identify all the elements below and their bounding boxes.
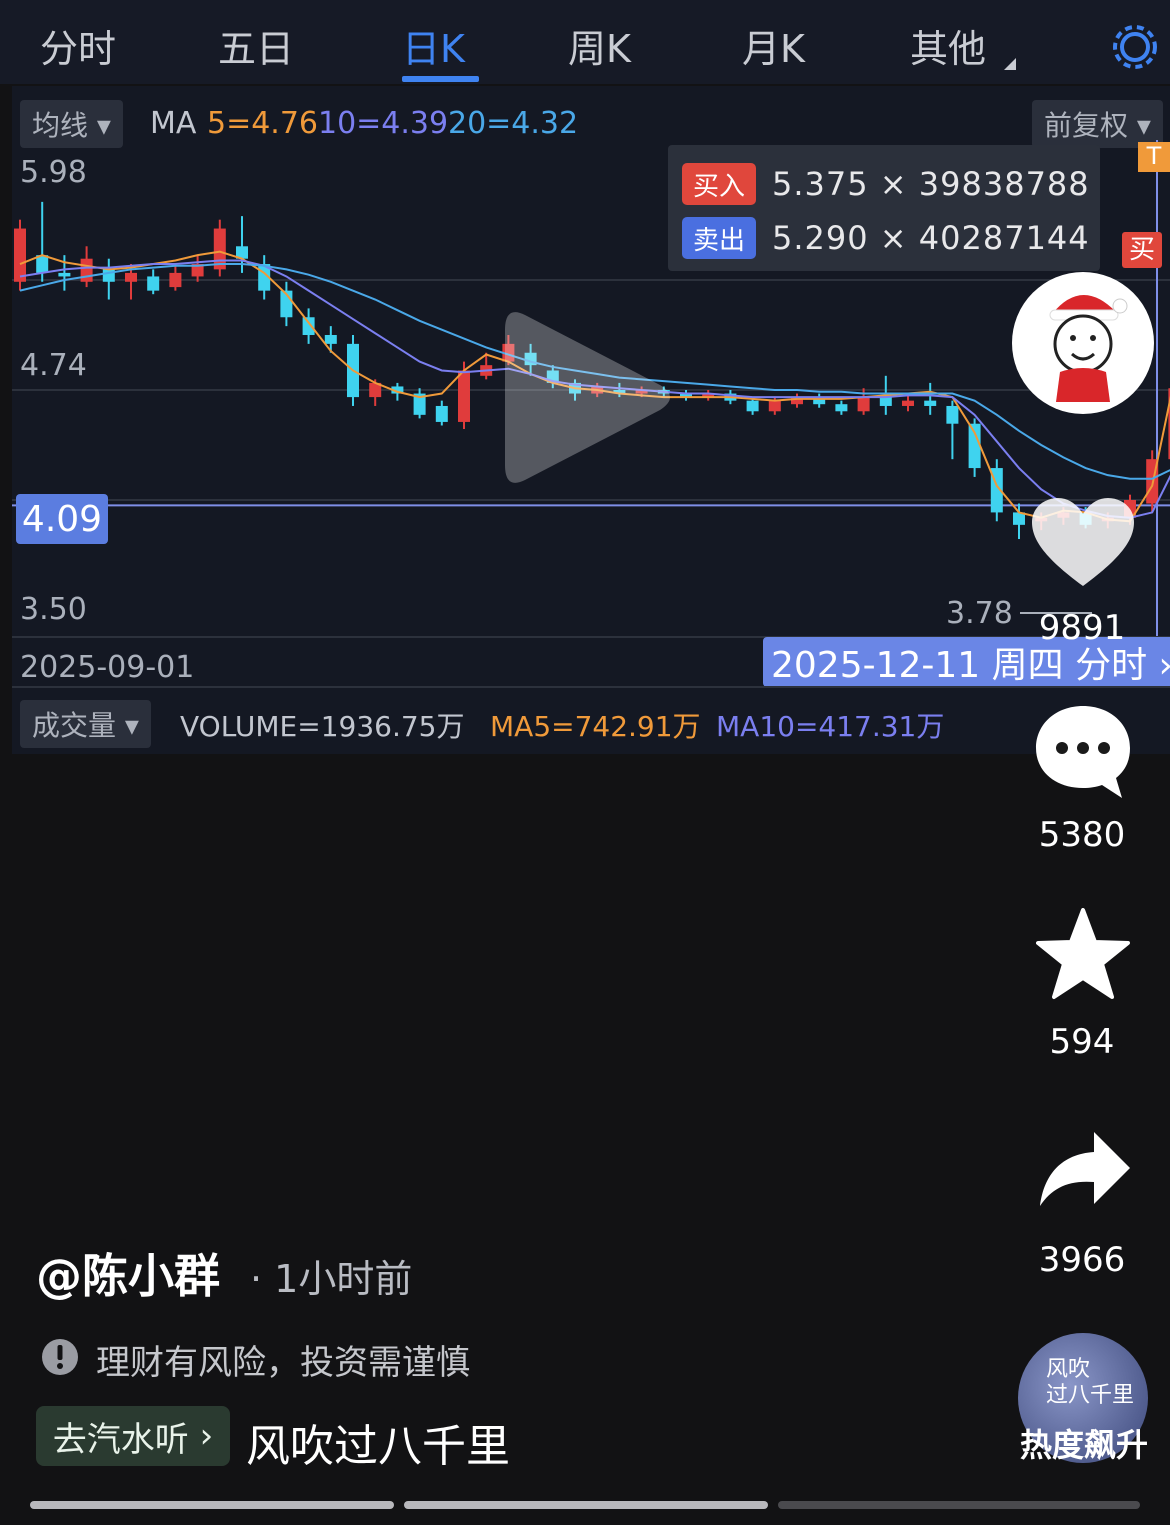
like-heart-icon[interactable] [1032, 498, 1134, 590]
comment-bubble-icon[interactable] [1034, 704, 1132, 800]
candle-body [857, 397, 870, 412]
ma20-value: 20=4.32 [448, 106, 579, 141]
candle-body [435, 405, 448, 422]
candle-body [746, 400, 759, 412]
period-tab-bar: 分时 五日 日K 周K 月K 其他 [0, 0, 1170, 84]
crosshair-price-label: 4.09 [16, 494, 108, 544]
candle-body [924, 400, 937, 406]
edge-buy-tag: 买 [1122, 232, 1162, 268]
ma-prefix: MA [150, 106, 197, 141]
progress-segment-2 [404, 1501, 768, 1509]
candle-body [102, 269, 115, 282]
sell-value: 5.290 × 40287144 [772, 219, 1090, 257]
music-title: 风吹过八千里 [246, 1421, 510, 1472]
candle-body [14, 228, 26, 282]
settings-gear-icon[interactable] [1110, 22, 1160, 72]
comment-count: 5380 [1038, 815, 1126, 855]
candle-body [768, 400, 781, 412]
volume-value: VOLUME=1936.75万 [180, 710, 465, 743]
ma5-value: 5=4.76 [207, 106, 319, 141]
candle-body [147, 276, 160, 291]
edge-t-tag: T [1138, 142, 1170, 172]
tab-five-day[interactable]: 五日 [218, 18, 294, 73]
candle-body [324, 335, 337, 344]
candle-body [125, 272, 137, 282]
favorite-star-icon[interactable] [1036, 908, 1130, 1000]
tab-weekly-k[interactable]: 周K [568, 18, 631, 73]
candle-body [169, 272, 182, 288]
author-avatar[interactable] [1012, 272, 1154, 414]
post-time: · 1小时前 [250, 1257, 413, 1301]
x-start-date: 2025-09-01 [20, 650, 195, 685]
candle-body [902, 400, 914, 406]
progress-segment-1 [30, 1501, 394, 1509]
warning-icon [42, 1339, 78, 1375]
play-icon[interactable] [505, 305, 675, 490]
candle-body [458, 370, 470, 422]
active-tab-indicator [402, 76, 479, 82]
author-name[interactable]: @陈小群 [36, 1240, 220, 1306]
listen-in-qishui-button[interactable]: 去汽水听 › [36, 1406, 230, 1466]
music-trend-caption: 热度飙升 [1019, 1426, 1148, 1464]
buy-value: 5.375 × 39838788 [772, 165, 1090, 203]
candle-body [835, 404, 848, 412]
other-corner-icon [1004, 58, 1016, 70]
tab-other[interactable]: 其他 [910, 18, 986, 73]
candle-body [302, 317, 315, 335]
tab-monthly-k[interactable]: 月K [742, 18, 805, 73]
progress-segment-3 [778, 1501, 1140, 1509]
avatar-face-icon [1049, 294, 1128, 402]
candle-body [946, 405, 959, 424]
ma10-value: 10=4.39 [318, 106, 449, 141]
like-count: 9891 [1038, 608, 1126, 648]
share-arrow-icon[interactable] [1038, 1130, 1132, 1210]
sell-badge: 卖出 [682, 217, 756, 259]
candle-body [80, 258, 93, 282]
risk-warning: 理财有风险，投资需谨慎 [96, 1343, 470, 1383]
volume-dropdown[interactable]: 成交量 ▾ [20, 700, 151, 748]
candle-body [968, 423, 981, 469]
volume-ma5: MA5=742.91万 [490, 710, 701, 743]
music-cover-text: 风吹 过八千里 [1046, 1357, 1135, 1408]
volume-divider [12, 686, 1170, 688]
buy-badge: 买入 [682, 163, 756, 205]
min-price-marker: 3.78 [946, 596, 1013, 631]
tab-intraday[interactable]: 分时 [40, 18, 116, 73]
volume-ma10: MA10=417.31万 [716, 710, 945, 743]
tab-daily-k[interactable]: 日K [402, 18, 465, 73]
candle-body [58, 272, 71, 277]
favorite-count: 594 [1049, 1022, 1115, 1062]
share-count: 3966 [1038, 1240, 1126, 1280]
order-book-popup: 买入 5.375 × 39838788 卖出 5.290 × 40287144 [668, 145, 1100, 271]
candle-body [879, 397, 892, 406]
